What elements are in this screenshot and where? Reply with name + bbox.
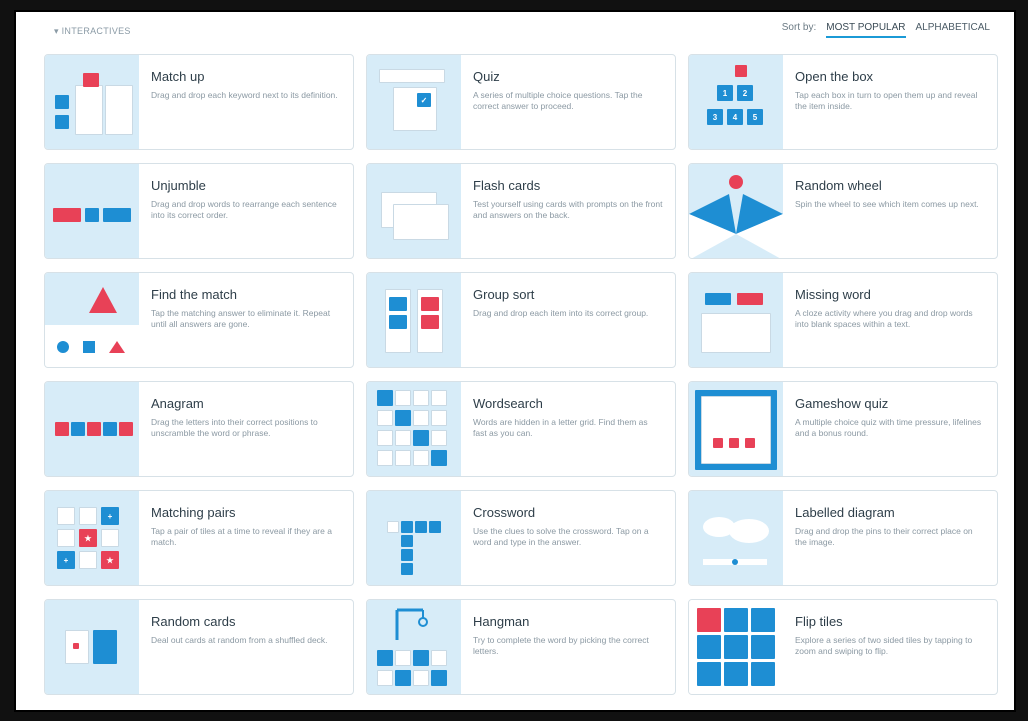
template-description: Use the clues to solve the crossword. Ta… bbox=[473, 526, 649, 547]
template-name: Hangman bbox=[473, 614, 530, 629]
flip-tiles-icon bbox=[689, 600, 783, 694]
template-gallery: ▾ INTERACTIVES Sort by: MOST POPULAR ALP… bbox=[14, 10, 1016, 712]
template-name: Unjumble bbox=[151, 178, 206, 193]
template-name: Group sort bbox=[473, 287, 535, 302]
matching-pairs-icon: + ★ + ★ bbox=[45, 491, 139, 585]
template-description: Tap the matching answer to eliminate it.… bbox=[151, 308, 331, 329]
template-description: A series of multiple choice questions. T… bbox=[473, 90, 643, 111]
template-card-quiz[interactable]: ✓ Quiz A series of multiple choice quest… bbox=[366, 54, 676, 150]
template-name: Open the box bbox=[795, 69, 874, 84]
template-card-matching-pairs[interactable]: + ★ + ★ Matching pairs Tap a pair of til… bbox=[44, 490, 354, 586]
template-description: Drag and drop the pins to their correct … bbox=[795, 526, 973, 547]
template-card-unjumble[interactable]: Unjumble Drag and drop words to rearrang… bbox=[44, 163, 354, 259]
template-description: Drag and drop each item into its correct… bbox=[473, 308, 649, 318]
unjumble-icon bbox=[45, 164, 139, 258]
template-card-crossword[interactable]: Crossword Use the clues to solve the cro… bbox=[366, 490, 676, 586]
template-name: Wordsearch bbox=[473, 396, 543, 411]
template-grid: Match up Drag and drop each keyword next… bbox=[44, 54, 998, 702]
template-name: Match up bbox=[151, 69, 205, 84]
template-name: Flip tiles bbox=[795, 614, 843, 629]
template-card-anagram[interactable]: Anagram Drag the letters into their corr… bbox=[44, 381, 354, 477]
template-card-random-cards[interactable]: Random cards Deal out cards at random fr… bbox=[44, 599, 354, 695]
crossword-icon bbox=[367, 491, 461, 585]
template-description: Try to complete the word by picking the … bbox=[473, 635, 649, 656]
template-description: Tap a pair of tiles at a time to reveal … bbox=[151, 526, 332, 547]
interactives-toggle[interactable]: ▾ INTERACTIVES bbox=[54, 26, 131, 37]
find-the-match-icon bbox=[45, 273, 139, 367]
random-wheel-icon bbox=[689, 164, 783, 258]
template-name: Missing word bbox=[795, 287, 871, 302]
template-name: Flash cards bbox=[473, 178, 541, 193]
template-name: Matching pairs bbox=[151, 505, 236, 520]
template-card-wordsearch[interactable]: Wordsearch Words are hidden in a letter … bbox=[366, 381, 676, 477]
sort-bar: Sort by: MOST POPULAR ALPHABETICAL bbox=[782, 22, 990, 38]
match-up-icon bbox=[45, 55, 139, 149]
wordsearch-icon bbox=[367, 382, 461, 476]
template-card-hangman[interactable]: Hangman Try to complete the word by pick… bbox=[366, 599, 676, 695]
template-name: Gameshow quiz bbox=[795, 396, 889, 411]
template-description: Drag and drop words to rearrange each se… bbox=[151, 199, 337, 220]
template-description: Words are hidden in a letter grid. Find … bbox=[473, 417, 648, 438]
template-description: A cloze activity where you drag and drop… bbox=[795, 308, 973, 329]
template-card-random-wheel[interactable]: Random wheel Spin the wheel to see which… bbox=[688, 163, 998, 259]
template-description: Explore a series of two sided tiles by t… bbox=[795, 635, 973, 656]
open-the-box-icon: 1 2 3 4 5 bbox=[689, 55, 783, 149]
template-card-labelled-diagram[interactable]: Labelled diagram Drag and drop the pins … bbox=[688, 490, 998, 586]
template-card-gameshow-quiz[interactable]: Gameshow quiz A multiple choice quiz wit… bbox=[688, 381, 998, 477]
template-description: Test yourself using cards with prompts o… bbox=[473, 199, 663, 220]
template-card-flash-cards[interactable]: Flash cards Test yourself using cards wi… bbox=[366, 163, 676, 259]
template-card-find-the-match[interactable]: Find the match Tap the matching answer t… bbox=[44, 272, 354, 368]
template-description: A multiple choice quiz with time pressur… bbox=[795, 417, 982, 438]
template-description: Spin the wheel to see which item comes u… bbox=[795, 199, 979, 209]
hangman-icon bbox=[367, 600, 461, 694]
template-name: Labelled diagram bbox=[795, 505, 895, 520]
template-card-group-sort[interactable]: Group sort Drag and drop each item into … bbox=[366, 272, 676, 368]
template-name: Random wheel bbox=[795, 178, 882, 193]
template-description: Deal out cards at random from a shuffled… bbox=[151, 635, 328, 645]
gameshow-quiz-icon bbox=[689, 382, 783, 476]
anagram-icon bbox=[45, 382, 139, 476]
labelled-diagram-icon bbox=[689, 491, 783, 585]
template-name: Crossword bbox=[473, 505, 536, 520]
template-description: Drag the letters into their correct posi… bbox=[151, 417, 318, 438]
template-name: Find the match bbox=[151, 287, 237, 302]
template-description: Drag and drop each keyword next to its d… bbox=[151, 90, 338, 100]
template-card-flip-tiles[interactable]: Flip tiles Explore a series of two sided… bbox=[688, 599, 998, 695]
missing-word-icon bbox=[689, 273, 783, 367]
group-sort-icon bbox=[367, 273, 461, 367]
sort-most-popular[interactable]: MOST POPULAR bbox=[826, 22, 906, 38]
flash-cards-icon bbox=[367, 164, 461, 258]
random-cards-icon bbox=[45, 600, 139, 694]
template-card-match-up[interactable]: Match up Drag and drop each keyword next… bbox=[44, 54, 354, 150]
template-name: Anagram bbox=[151, 396, 204, 411]
template-name: Random cards bbox=[151, 614, 236, 629]
toolbar: ▾ INTERACTIVES Sort by: MOST POPULAR ALP… bbox=[16, 12, 1014, 50]
sort-alphabetical[interactable]: ALPHABETICAL bbox=[916, 22, 990, 38]
template-description: Tap each box in turn to open them up and… bbox=[795, 90, 978, 111]
sort-label: Sort by: bbox=[781, 22, 817, 33]
quiz-icon: ✓ bbox=[367, 55, 461, 149]
template-name: Quiz bbox=[473, 69, 500, 84]
template-card-missing-word[interactable]: Missing word A cloze activity where you … bbox=[688, 272, 998, 368]
template-card-open-the-box[interactable]: 1 2 3 4 5 Open the box Tap each box in t… bbox=[688, 54, 998, 150]
